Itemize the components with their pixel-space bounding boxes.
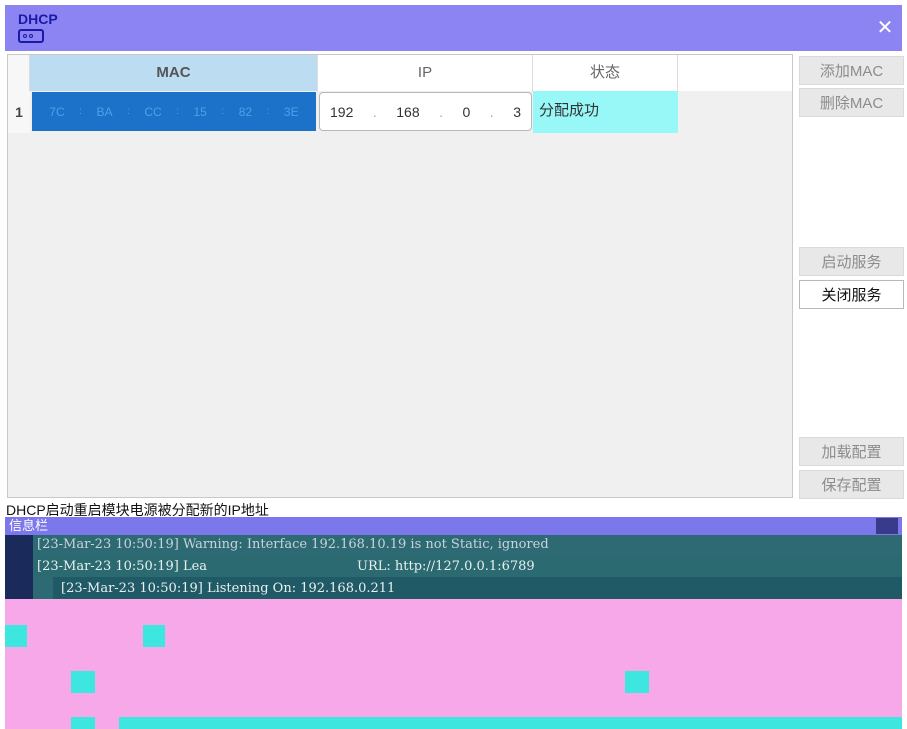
load-config-button[interactable]: 加载配置 (799, 437, 904, 466)
ip-separator: . (439, 103, 443, 120)
ip-separator: . (372, 103, 377, 120)
mac-separator: : (266, 106, 270, 117)
window-title: DHCP (18, 11, 58, 27)
close-icon[interactable]: ✕ (874, 17, 896, 39)
led-dot (29, 34, 33, 38)
column-header-ip[interactable]: IP (318, 55, 533, 91)
row-number: 1 (8, 91, 30, 133)
status-cell: 分配成功 (533, 91, 678, 133)
mac-octet[interactable]: BA (96, 105, 112, 119)
column-header-empty (678, 55, 792, 91)
delete-mac-button[interactable]: 删除MAC (799, 88, 904, 117)
log-line: [23-Mar-23 10:50:19] Listening On: 192.1… (61, 581, 396, 596)
ip-octet[interactable]: 168 (396, 104, 419, 120)
mac-octet[interactable]: CC (144, 105, 161, 119)
title-bar: DHCP ✕ (5, 5, 902, 51)
ip-octet[interactable]: 0 (463, 104, 471, 120)
mac-address-cell[interactable]: 7C : BA : CC : 15 : 82 : 3E (32, 92, 316, 131)
mac-separator: : (127, 106, 130, 117)
panel-icon (876, 518, 898, 534)
render-artifact (5, 599, 902, 625)
artifact-block (5, 625, 27, 647)
save-config-button[interactable]: 保存配置 (799, 470, 904, 499)
router-icon (18, 29, 44, 43)
log-line: [23-Mar-23 10:50:19] Warning: Interface … (37, 537, 549, 552)
column-header-mac[interactable]: MAC (30, 55, 318, 91)
mac-table: MAC IP 状态 1 7C : BA : CC : 15 : 82 : 3E … (7, 54, 793, 498)
artifact-block (119, 717, 902, 729)
ip-octet[interactable]: 3 (513, 104, 521, 120)
artifact-block (71, 671, 95, 693)
render-artifact-area (5, 625, 902, 729)
ip-separator: . (489, 103, 494, 120)
artifact-block (71, 717, 95, 729)
mac-octet[interactable]: 3E (284, 105, 299, 119)
mac-separator: : (176, 106, 179, 117)
artifact-block (143, 625, 165, 647)
column-header-status[interactable]: 状态 (533, 55, 678, 91)
ip-address-field[interactable]: 192 . 168 . 0 . 3 (319, 92, 532, 131)
log-panel[interactable]: [23-Mar-23 10:50:19] Warning: Interface … (5, 535, 902, 625)
log-line: URL: http://127.0.0.1:6789 (357, 559, 535, 574)
stop-service-button[interactable]: 关闭服务 (799, 280, 904, 309)
add-mac-button[interactable]: 添加MAC (799, 56, 904, 85)
info-panel-header: 信息栏 (5, 517, 902, 535)
table-corner (8, 55, 30, 91)
start-service-button[interactable]: 启动服务 (799, 247, 904, 276)
mac-separator: : (79, 106, 82, 117)
mac-octet[interactable]: 7C (49, 105, 64, 119)
mac-separator: : (221, 106, 225, 117)
log-line: [23-Mar-23 10:50:19] Lea (37, 559, 208, 574)
mac-octet[interactable]: 15 (194, 105, 207, 119)
info-panel-title: 信息栏 (9, 518, 49, 533)
led-dot (23, 34, 27, 38)
ip-octet[interactable]: 192 (330, 104, 353, 120)
mac-octet[interactable]: 82 (239, 105, 252, 119)
artifact-block (625, 671, 649, 693)
